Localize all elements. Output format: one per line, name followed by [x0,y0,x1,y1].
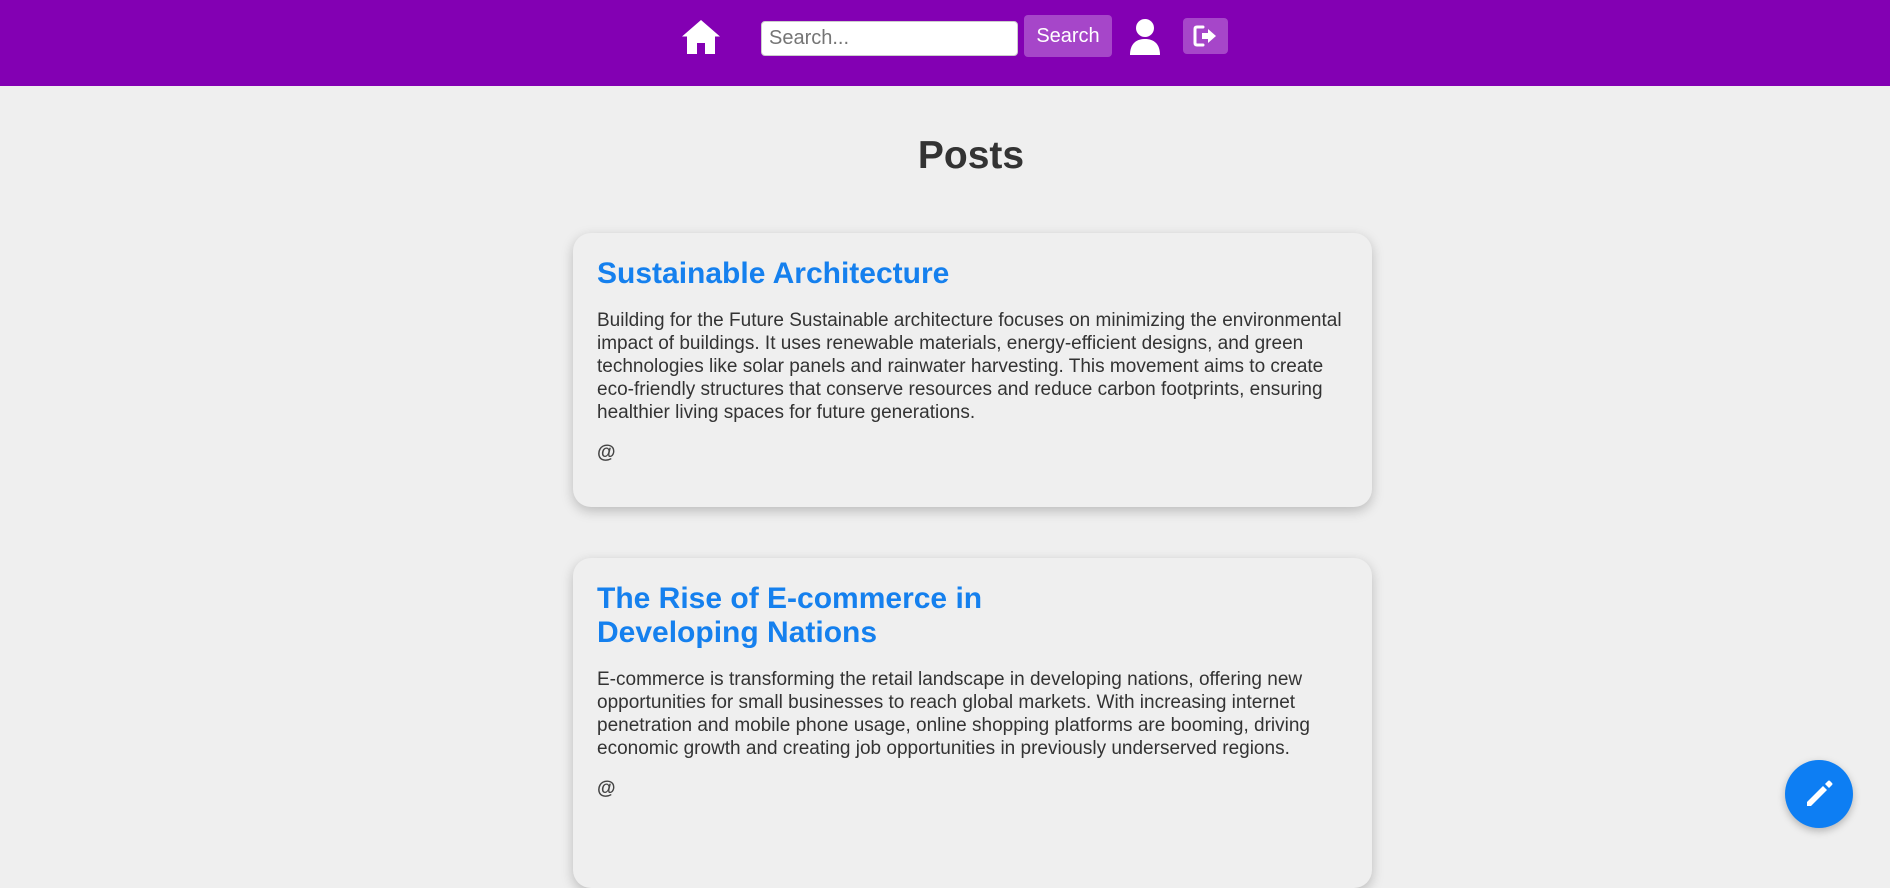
user-icon [1130,19,1160,55]
search-button[interactable]: Search [1024,15,1112,57]
post-body: E-commerce is transforming the retail la… [597,669,1310,759]
post-body: Building for the Future Sustainable arch… [597,310,1342,423]
post-author: @ [597,778,616,799]
post-card: Sustainable Architecture Building for th… [573,233,1372,507]
home-button[interactable] [680,18,722,56]
post-title-link[interactable]: Sustainable Architecture [597,257,1347,291]
sign-out-icon [1193,25,1216,47]
top-navbar: Search [0,0,1890,86]
home-icon [682,20,720,54]
post-title-link[interactable]: The Rise of E-commerce in Developing Nat… [597,582,997,650]
page-title: Posts [917,134,1025,177]
new-post-button[interactable] [1785,760,1853,828]
post-author: @ [597,442,616,463]
pencil-icon [1807,780,1833,806]
profile-button[interactable] [1128,18,1162,56]
post-card: The Rise of E-commerce in Developing Nat… [573,558,1372,888]
logout-button[interactable] [1183,18,1228,54]
search-input[interactable] [761,21,1018,56]
